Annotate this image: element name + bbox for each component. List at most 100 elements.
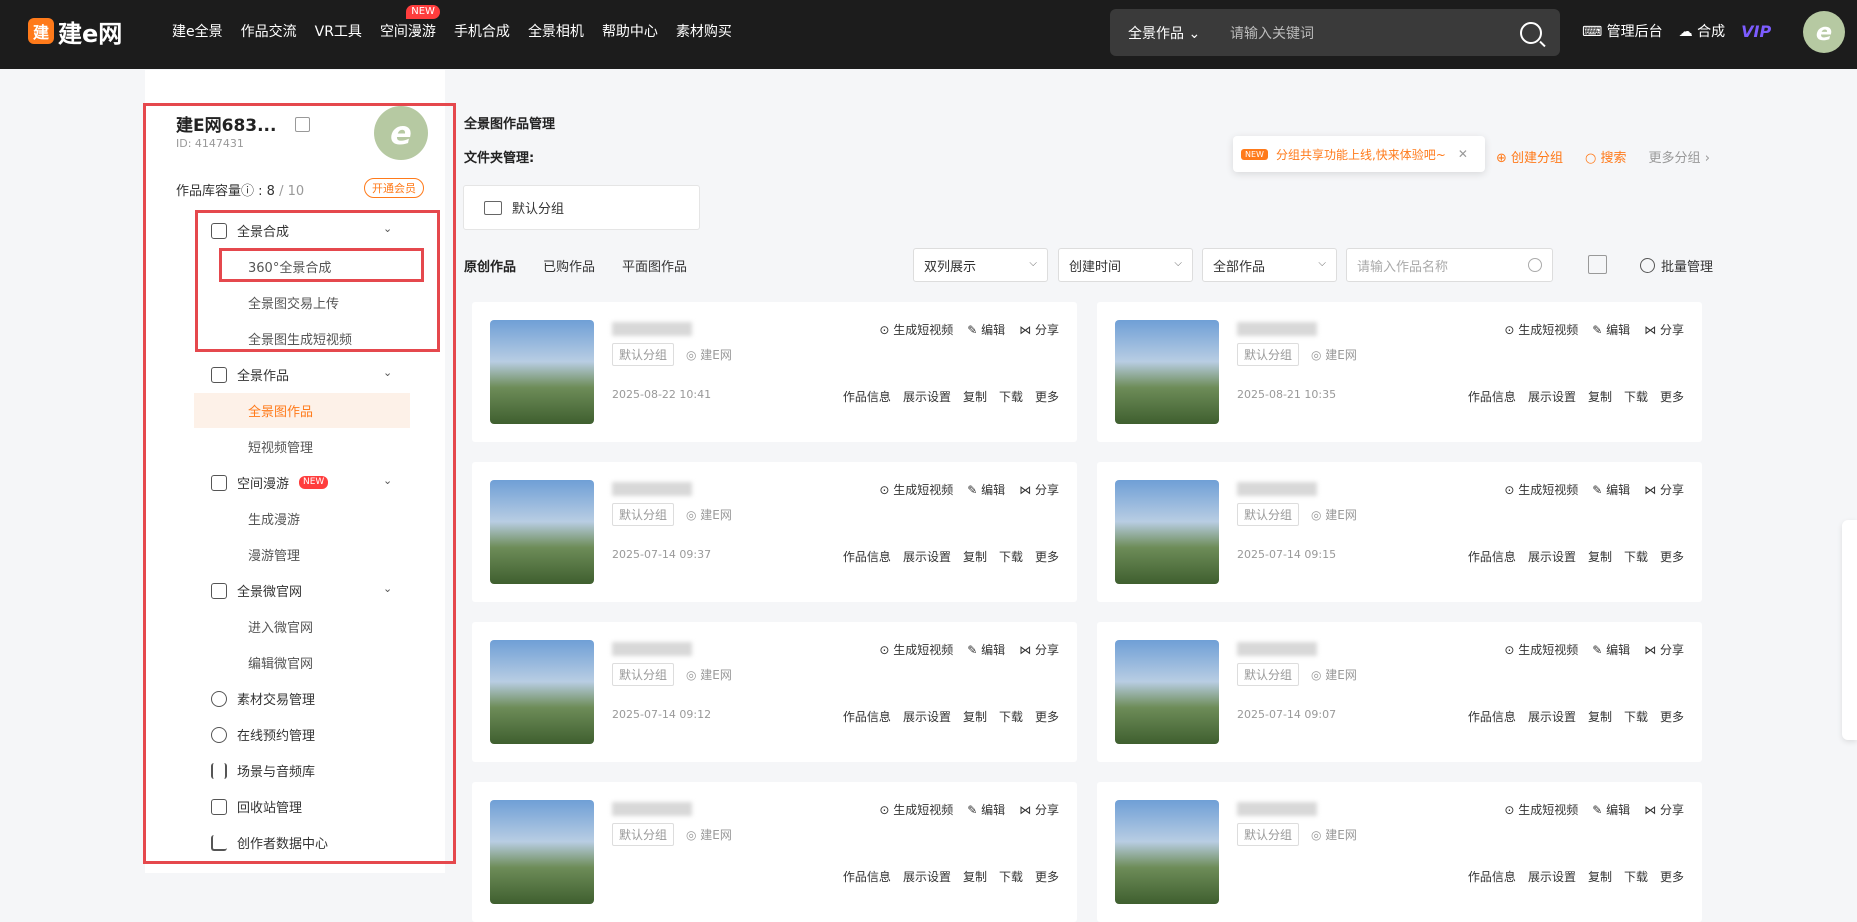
info-button[interactable]: 作品信息 <box>1468 868 1516 885</box>
sidebar-avatar[interactable]: e <box>374 106 428 160</box>
nav-item[interactable]: 帮助中心 <box>602 21 658 41</box>
menu-item-asset-trade[interactable]: 素材交易管理 <box>211 689 315 708</box>
display-settings-button[interactable]: 展示设置 <box>903 708 951 725</box>
search-group-button[interactable]: ○ 搜索 <box>1585 147 1627 166</box>
menu-item-gen-tour[interactable]: 生成漫游 <box>248 509 300 528</box>
work-thumbnail[interactable] <box>490 800 594 904</box>
copy-button[interactable]: 复制 <box>1588 548 1612 565</box>
tab-purchased[interactable]: 已购作品 <box>543 256 595 275</box>
search-input[interactable]: 请输入关键词 <box>1230 23 1520 43</box>
more-button[interactable]: 更多 <box>1035 388 1059 405</box>
copy-button[interactable]: 复制 <box>1588 708 1612 725</box>
batch-manage-button[interactable]: 批量管理 <box>1640 256 1713 275</box>
edit-profile-icon[interactable] <box>295 117 310 132</box>
download-button[interactable]: 下载 <box>999 548 1023 565</box>
work-card[interactable]: 默认分组 ◎ 建E网 ⊙ 生成短视频 ✎ 编辑 ⋈ 分享 作品信息 展示设置 复制 下载 更多 <box>1097 782 1702 922</box>
share-button[interactable]: ⋈ 分享 <box>1019 321 1059 338</box>
menu-item-tour-manage[interactable]: 漫游管理 <box>248 545 300 564</box>
info-button[interactable]: 作品信息 <box>1468 548 1516 565</box>
more-button[interactable]: 更多 <box>1660 868 1684 885</box>
work-thumbnail[interactable] <box>1115 320 1219 424</box>
work-thumbnail[interactable] <box>490 480 594 584</box>
info-button[interactable]: 作品信息 <box>1468 708 1516 725</box>
nav-item[interactable]: 全景相机 <box>528 21 584 41</box>
floating-toolbar[interactable] <box>1842 520 1857 740</box>
display-settings-button[interactable]: 展示设置 <box>903 868 951 885</box>
menu-item-video-manage[interactable]: 短视频管理 <box>248 437 313 456</box>
work-name-input[interactable]: 请输入作品名称 <box>1346 248 1553 282</box>
calendar-icon[interactable] <box>1588 255 1607 274</box>
work-card[interactable]: 默认分组 ◎ 建E网 2025-08-22 10:41 ⊙ 生成短视频 ✎ 编辑 ⋈ 分享… <box>472 302 1077 442</box>
nav-item[interactable]: 作品交流 <box>241 21 297 41</box>
edit-button[interactable]: ✎ 编辑 <box>967 801 1005 818</box>
info-button[interactable]: 作品信息 <box>1468 388 1516 405</box>
default-folder[interactable]: 默认分组 <box>463 185 700 230</box>
create-group-button[interactable]: ⊕ 创建分组 <box>1496 147 1563 166</box>
more-groups-button[interactable]: 更多分组 › <box>1649 147 1710 166</box>
info-button[interactable]: 作品信息 <box>843 388 891 405</box>
more-button[interactable]: 更多 <box>1035 868 1059 885</box>
work-card[interactable]: 默认分组 ◎ 建E网 2025-07-14 09:12 ⊙ 生成短视频 ✎ 编辑 ⋈ 分享… <box>472 622 1077 762</box>
admin-link[interactable]: ⌨ 管理后台 <box>1582 21 1663 41</box>
download-button[interactable]: 下载 <box>1624 708 1648 725</box>
copy-button[interactable]: 复制 <box>963 388 987 405</box>
work-card[interactable]: 默认分组 ◎ 建E网 2025-07-14 09:15 ⊙ 生成短视频 ✎ 编辑 ⋈ 分享… <box>1097 462 1702 602</box>
share-button[interactable]: ⋈ 分享 <box>1644 481 1684 498</box>
work-card[interactable]: 默认分组 ◎ 建E网 2025-07-14 09:37 ⊙ 生成短视频 ✎ 编辑 ⋈ 分享… <box>472 462 1077 602</box>
menu-group-microsite[interactable]: 全景微官网 <box>211 581 302 600</box>
download-button[interactable]: 下载 <box>999 708 1023 725</box>
share-button[interactable]: ⋈ 分享 <box>1019 801 1059 818</box>
info-button[interactable]: 作品信息 <box>843 708 891 725</box>
nav-item[interactable]: 手机合成 <box>454 21 510 41</box>
chevron-down-icon[interactable]: ⌄ <box>383 366 392 379</box>
work-thumbnail[interactable] <box>1115 480 1219 584</box>
download-button[interactable]: 下载 <box>1624 868 1648 885</box>
copy-button[interactable]: 复制 <box>963 548 987 565</box>
share-button[interactable]: ⋈ 分享 <box>1019 641 1059 658</box>
work-thumbnail[interactable] <box>1115 800 1219 904</box>
display-settings-button[interactable]: 展示设置 <box>1528 708 1576 725</box>
tab-original[interactable]: 原创作品 <box>464 256 516 275</box>
more-button[interactable]: 更多 <box>1660 708 1684 725</box>
download-button[interactable]: 下载 <box>999 388 1023 405</box>
works-filter-select[interactable]: 全部作品 ⌵ <box>1202 248 1337 282</box>
menu-item-video-gen[interactable]: 全景图生成短视频 <box>248 329 352 348</box>
display-settings-button[interactable]: 展示设置 <box>903 548 951 565</box>
share-button[interactable]: ⋈ 分享 <box>1644 801 1684 818</box>
sort-select[interactable]: 创建时间 ⌵ <box>1058 248 1193 282</box>
work-card[interactable]: 默认分组 ◎ 建E网 2025-07-14 09:07 ⊙ 生成短视频 ✎ 编辑 ⋈ 分享… <box>1097 622 1702 762</box>
nav-item-space-tour[interactable]: 空间漫游 NEW <box>380 5 440 41</box>
display-settings-button[interactable]: 展示设置 <box>1528 868 1576 885</box>
menu-item-scene-audio[interactable]: 场景与音频库 <box>211 761 315 780</box>
copy-button[interactable]: 复制 <box>1588 388 1612 405</box>
more-button[interactable]: 更多 <box>1035 548 1059 565</box>
copy-button[interactable]: 复制 <box>1588 868 1612 885</box>
site-logo[interactable]: 建 建e网 <box>28 16 122 48</box>
gen-video-button[interactable]: ⊙ 生成短视频 <box>1504 321 1578 338</box>
menu-item-360-compose[interactable]: 360°全景合成 <box>248 257 331 276</box>
gen-video-button[interactable]: ⊙ 生成短视频 <box>879 481 953 498</box>
copy-button[interactable]: 复制 <box>963 708 987 725</box>
edit-button[interactable]: ✎ 编辑 <box>1592 321 1630 338</box>
menu-item-booking[interactable]: 在线预约管理 <box>211 725 315 744</box>
edit-button[interactable]: ✎ 编辑 <box>967 321 1005 338</box>
work-thumbnail[interactable] <box>1115 640 1219 744</box>
search-icon[interactable] <box>1520 21 1542 44</box>
work-thumbnail[interactable] <box>490 320 594 424</box>
nav-item[interactable]: 素材购买 <box>676 21 732 41</box>
info-button[interactable]: 作品信息 <box>843 868 891 885</box>
gen-video-button[interactable]: ⊙ 生成短视频 <box>879 641 953 658</box>
nav-item[interactable]: VR工具 <box>315 21 362 41</box>
menu-item-creator-data[interactable]: 创作者数据中心 <box>211 833 328 852</box>
chevron-down-icon[interactable]: ⌄ <box>383 222 392 235</box>
download-button[interactable]: 下载 <box>999 868 1023 885</box>
menu-group-space-tour[interactable]: 空间漫游 NEW <box>211 473 329 492</box>
tab-floorplan[interactable]: 平面图作品 <box>622 256 687 275</box>
copy-button[interactable]: 复制 <box>963 868 987 885</box>
download-button[interactable]: 下载 <box>1624 388 1648 405</box>
download-button[interactable]: 下载 <box>1624 548 1648 565</box>
display-settings-button[interactable]: 展示设置 <box>903 388 951 405</box>
menu-item-panorama-works[interactable]: 全景图作品 <box>248 401 313 420</box>
work-thumbnail[interactable] <box>490 640 594 744</box>
menu-item-enter-site[interactable]: 进入微官网 <box>248 617 313 636</box>
